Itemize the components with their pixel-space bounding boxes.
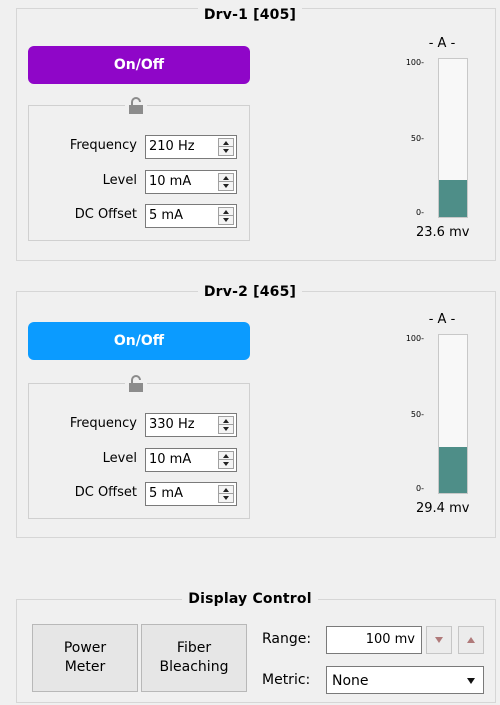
frequency-value: 330 Hz bbox=[149, 417, 195, 432]
dc-offset-spinbox[interactable]: 5 mA bbox=[145, 204, 237, 228]
meter-tick-mid: 50- bbox=[410, 134, 424, 143]
chevron-up-icon bbox=[223, 141, 229, 145]
dc-offset-decrement-button[interactable] bbox=[219, 215, 233, 224]
frequency-label: Frequency bbox=[69, 416, 137, 431]
driver-1-onoff-button[interactable]: On/Off bbox=[28, 46, 250, 84]
display-control-title: Display Control bbox=[0, 591, 500, 607]
chevron-up-icon bbox=[467, 637, 475, 643]
frequency-spin-buttons bbox=[218, 138, 234, 156]
driver-2-title: Drv-2 [465] bbox=[0, 284, 500, 300]
dc-offset-row: DC Offset 5 mA bbox=[29, 204, 249, 228]
chevron-up-icon bbox=[223, 419, 229, 423]
chevron-up-icon bbox=[223, 454, 229, 458]
meter-bar bbox=[438, 334, 468, 494]
meter-bar bbox=[438, 58, 468, 218]
chevron-up-icon bbox=[223, 488, 229, 492]
range-increase-button[interactable] bbox=[458, 626, 484, 654]
driver-2-onoff-button[interactable]: On/Off bbox=[28, 322, 250, 360]
frequency-spinbox[interactable]: 330 Hz bbox=[145, 413, 237, 437]
frequency-spin-buttons bbox=[218, 416, 234, 434]
dropdown-arrow-icon bbox=[467, 678, 475, 684]
chevron-down-icon bbox=[223, 218, 229, 222]
level-spinbox[interactable]: 10 mA bbox=[145, 170, 237, 194]
unlock-icon[interactable] bbox=[125, 97, 147, 115]
range-decrease-button[interactable] bbox=[426, 626, 452, 654]
dc-offset-spin-buttons bbox=[218, 485, 234, 503]
metric-selected-value: None bbox=[332, 673, 369, 689]
level-row: Level 10 mA bbox=[29, 448, 249, 472]
meter-tick-max: 100- bbox=[405, 58, 424, 67]
level-value: 10 mA bbox=[149, 174, 192, 189]
chevron-up-icon bbox=[223, 210, 229, 214]
level-decrement-button[interactable] bbox=[219, 181, 233, 190]
frequency-decrement-button[interactable] bbox=[219, 424, 233, 433]
level-spinbox[interactable]: 10 mA bbox=[145, 448, 237, 472]
level-label: Level bbox=[102, 173, 137, 188]
fiber-bleaching-button[interactable]: Fiber Bleaching bbox=[141, 624, 247, 692]
unlock-icon[interactable] bbox=[125, 375, 147, 393]
driver-2-settings-group: Frequency 330 Hz Level 10 mA DC Offset 5… bbox=[28, 375, 250, 519]
dc-offset-label: DC Offset bbox=[74, 485, 137, 500]
meter-tick-max: 100- bbox=[405, 334, 424, 343]
frequency-value: 210 Hz bbox=[149, 139, 195, 154]
meter-tick-min: 0- bbox=[416, 208, 424, 217]
level-spin-buttons bbox=[218, 173, 234, 191]
level-label: Level bbox=[102, 451, 137, 466]
frequency-row: Frequency 210 Hz bbox=[29, 135, 249, 159]
chevron-down-icon bbox=[223, 427, 229, 431]
range-label: Range: bbox=[262, 631, 312, 647]
chevron-down-icon bbox=[435, 637, 443, 643]
metric-label: Metric: bbox=[262, 672, 311, 688]
meter-title: - A - bbox=[428, 36, 456, 51]
driver-1-settings-group: Frequency 210 Hz Level 10 mA DC Offset 5… bbox=[28, 97, 250, 241]
metric-select[interactable]: None bbox=[326, 666, 484, 694]
driver-2-level-meter: - A - 100- 50- 0- 29.4 mv bbox=[392, 312, 484, 527]
chevron-down-icon bbox=[223, 496, 229, 500]
chevron-down-icon bbox=[223, 149, 229, 153]
driver-1-level-meter: - A - 100- 50- 0- 23.6 mv bbox=[392, 36, 484, 251]
frequency-decrement-button[interactable] bbox=[219, 146, 233, 155]
meter-tick-min: 0- bbox=[416, 484, 424, 493]
dc-offset-spinbox[interactable]: 5 mA bbox=[145, 482, 237, 506]
frequency-label: Frequency bbox=[69, 138, 137, 153]
dc-offset-spin-buttons bbox=[218, 207, 234, 225]
level-spin-buttons bbox=[218, 451, 234, 469]
meter-reading: 29.4 mv bbox=[416, 501, 470, 516]
chevron-down-icon bbox=[223, 184, 229, 188]
meter-title: - A - bbox=[428, 312, 456, 327]
meter-fill bbox=[439, 446, 467, 493]
level-decrement-button[interactable] bbox=[219, 459, 233, 468]
dc-offset-value: 5 mA bbox=[149, 208, 183, 223]
level-row: Level 10 mA bbox=[29, 170, 249, 194]
chevron-up-icon bbox=[223, 176, 229, 180]
chevron-down-icon bbox=[223, 462, 229, 466]
meter-reading: 23.6 mv bbox=[416, 225, 470, 240]
power-meter-button[interactable]: Power Meter bbox=[32, 624, 138, 692]
range-input[interactable]: 100 mv bbox=[326, 626, 422, 654]
dc-offset-label: DC Offset bbox=[74, 207, 137, 222]
dc-offset-row: DC Offset 5 mA bbox=[29, 482, 249, 506]
dc-offset-value: 5 mA bbox=[149, 486, 183, 501]
meter-tick-mid: 50- bbox=[410, 410, 424, 419]
frequency-row: Frequency 330 Hz bbox=[29, 413, 249, 437]
dc-offset-decrement-button[interactable] bbox=[219, 493, 233, 502]
meter-fill bbox=[439, 179, 467, 217]
level-value: 10 mA bbox=[149, 452, 192, 467]
frequency-spinbox[interactable]: 210 Hz bbox=[145, 135, 237, 159]
driver-1-title: Drv-1 [405] bbox=[0, 7, 500, 23]
